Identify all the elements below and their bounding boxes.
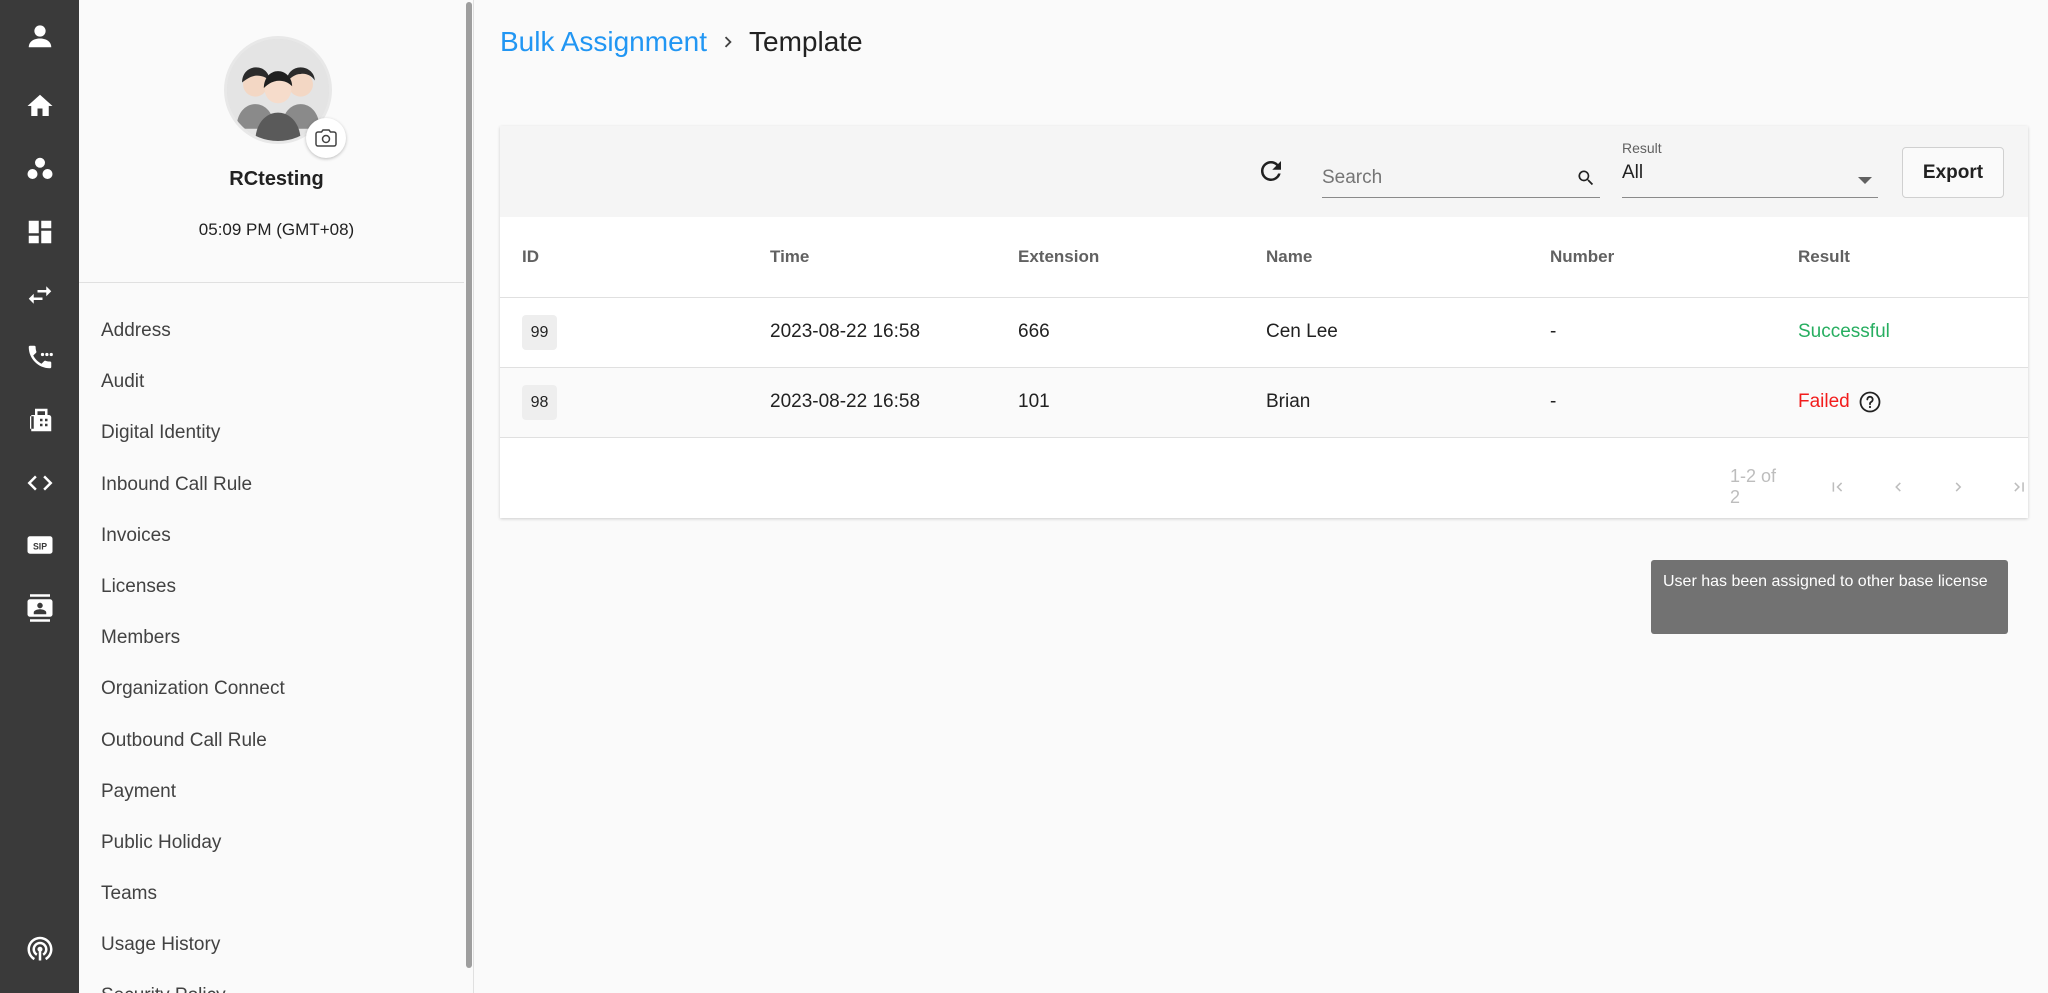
previous-page-icon[interactable]: [1889, 477, 1907, 497]
column-header-number[interactable]: Number: [1528, 217, 1776, 298]
nav-item-licenses[interactable]: Licenses: [101, 571, 285, 622]
result-filter-value: All: [1622, 162, 1644, 183]
nav-item-security-policy[interactable]: Security Policy: [101, 980, 285, 993]
column-header-extension[interactable]: Extension: [996, 217, 1244, 298]
dashboard-icon[interactable]: [0, 212, 79, 252]
dropdown-arrow-icon: [1858, 177, 1872, 184]
transfer-icon[interactable]: [0, 275, 79, 315]
divider: [79, 282, 464, 283]
result-filter-label: Result: [1622, 140, 1662, 156]
nav-item-public-holiday[interactable]: Public Holiday: [101, 827, 285, 878]
table-header-row: ID Time Extension Name Number Result: [500, 217, 2028, 298]
nav-item-usage-history[interactable]: Usage History: [101, 929, 285, 980]
cell-result-failed: Failed: [1776, 367, 2028, 438]
nav-item-outbound-call-rule[interactable]: Outbound Call Rule: [101, 725, 285, 776]
pagination: 1-2 of 2: [1730, 466, 2028, 508]
cell-name: Brian: [1244, 367, 1528, 438]
cell-id: 98: [500, 367, 748, 438]
main-content: Bulk Assignment Template Result All Expo…: [474, 0, 2048, 993]
search-input[interactable]: [1322, 160, 1562, 196]
icon-rail: SIP: [0, 0, 79, 993]
column-header-name[interactable]: Name: [1244, 217, 1528, 298]
result-failed-text: Failed: [1798, 391, 1850, 412]
id-chip: 99: [522, 314, 557, 350]
cell-time: 2023-08-22 16:58: [748, 367, 996, 438]
cell-extension: 101: [996, 367, 1244, 438]
profile-time: 05:09 PM (GMT+08): [198, 220, 355, 239]
cell-time: 2023-08-22 16:58: [748, 297, 996, 368]
camera-icon[interactable]: [306, 118, 346, 158]
cell-result-successful: Successful: [1776, 297, 2028, 368]
chevron-right-icon: [717, 31, 739, 53]
nav-item-invoices[interactable]: Invoices: [101, 520, 285, 571]
refresh-icon[interactable]: [1254, 154, 1288, 188]
code-icon[interactable]: [0, 463, 79, 503]
settings-nav: Address Audit Digital Identity Inbound C…: [101, 315, 285, 993]
nav-item-digital-identity[interactable]: Digital Identity: [101, 417, 285, 468]
export-button[interactable]: Export: [1902, 147, 2004, 198]
nav-item-members[interactable]: Members: [101, 622, 285, 673]
first-page-icon[interactable]: [1828, 477, 1846, 497]
failure-tooltip: User has been assigned to other base lic…: [1651, 560, 2008, 634]
nav-item-payment[interactable]: Payment: [101, 776, 285, 827]
breadcrumb: Bulk Assignment Template: [500, 26, 863, 58]
cell-extension: 666: [996, 297, 1244, 368]
pagination-range: 1-2 of 2: [1730, 466, 1777, 507]
results-card: Result All Export ID Time Extension Name…: [500, 126, 2028, 634]
page-title: Template: [749, 26, 863, 57]
nav-item-audit[interactable]: Audit: [101, 366, 285, 417]
breadcrumb-bulk-assignment[interactable]: Bulk Assignment: [500, 26, 707, 58]
home-icon[interactable]: [0, 86, 79, 126]
nav-item-teams[interactable]: Teams: [101, 878, 285, 929]
results-table: ID Time Extension Name Number Result 99 …: [500, 217, 2028, 438]
next-page-icon[interactable]: [1949, 477, 1967, 497]
cell-id: 99: [500, 297, 748, 368]
phone-icon[interactable]: [0, 337, 79, 377]
result-filter-select[interactable]: Result All: [1622, 140, 1878, 198]
search-icon[interactable]: [1576, 168, 1596, 188]
settings-panel: RCtesting 05:09 PM (GMT+08) Address Audi…: [79, 0, 474, 993]
last-page-icon[interactable]: [2010, 477, 2028, 497]
contacts-icon[interactable]: [0, 149, 79, 189]
svg-text:SIP: SIP: [32, 541, 46, 551]
table-row[interactable]: 98 2023-08-22 16:58 101 Brian - Failed: [500, 367, 2028, 438]
nav-item-organization-connect[interactable]: Organization Connect: [101, 673, 285, 724]
column-header-result[interactable]: Result: [1776, 217, 2028, 298]
sip-icon[interactable]: SIP: [0, 525, 79, 565]
profile-icon[interactable]: [0, 16, 79, 56]
table-toolbar: Result All Export: [500, 126, 2028, 217]
cell-name: Cen Lee: [1244, 297, 1528, 368]
column-header-time[interactable]: Time: [748, 217, 996, 298]
broadcast-icon[interactable]: [0, 928, 79, 968]
column-header-id[interactable]: ID: [500, 217, 748, 298]
nav-item-inbound-call-rule[interactable]: Inbound Call Rule: [101, 469, 285, 520]
search-field: [1322, 160, 1600, 198]
profile-name: RCtesting: [229, 168, 324, 190]
help-icon[interactable]: [1858, 390, 1882, 414]
table-row[interactable]: 99 2023-08-22 16:58 666 Cen Lee - Succes…: [500, 297, 2028, 368]
id-chip: 98: [522, 384, 557, 420]
cell-number: -: [1528, 367, 1776, 438]
cell-number: -: [1528, 297, 1776, 368]
panel-scrollbar[interactable]: [466, 2, 472, 968]
nav-item-address[interactable]: Address: [101, 315, 285, 366]
directory-icon[interactable]: [0, 588, 79, 628]
fax-icon[interactable]: [0, 400, 79, 440]
